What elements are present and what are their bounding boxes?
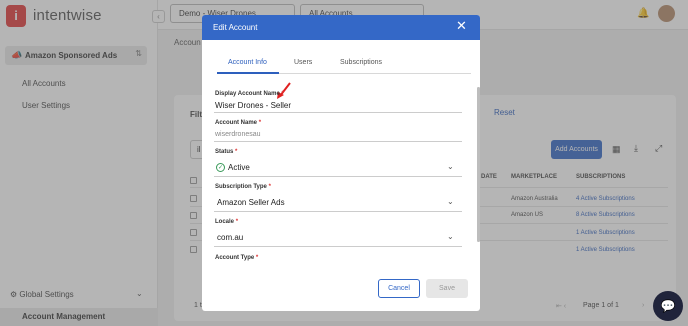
account-name-label: Account Name * [215,120,262,126]
save-button[interactable]: Save [426,279,468,298]
field-underline [214,141,462,142]
tab-subscriptions[interactable]: Subscriptions [340,59,382,66]
active-tab-indicator [217,72,279,74]
close-icon[interactable]: ✕ [456,19,467,33]
check-circle-icon: ✓ [216,163,225,172]
status-select[interactable]: Active [228,163,250,172]
status-label: Status * [215,149,238,155]
tab-users[interactable]: Users [294,59,312,66]
edit-account-modal: Edit Account ✕ Account Info Users Subscr… [202,15,480,311]
subscription-type-label: Subscription Type * [215,184,271,190]
field-underline [214,176,462,177]
locale-label: Locale * [215,219,239,225]
field-underline [214,112,462,113]
modal-header: Edit Account ✕ [202,15,480,40]
account-type-label: Account Type * [215,255,259,261]
chat-icon[interactable]: 💬 [653,291,683,321]
display-name-field[interactable]: Wiser Drones - Seller [215,101,291,110]
chevron-down-icon[interactable]: ⌄ [447,162,454,171]
field-underline [214,211,462,212]
chevron-down-icon[interactable]: ⌄ [447,232,454,241]
scrollbar-thumb[interactable] [477,87,480,242]
modal-title: Edit Account [213,23,258,32]
chevron-down-icon[interactable]: ⌄ [447,197,454,206]
tab-account-info[interactable]: Account Info [228,59,267,66]
account-name-field: wiserdronesau [215,131,261,138]
field-underline [214,246,462,247]
locale-select[interactable]: com.au [217,233,243,242]
cancel-button[interactable]: Cancel [378,279,420,298]
display-name-label: Display Account Name * [215,91,284,97]
subscription-type-select[interactable]: Amazon Seller Ads [217,198,285,207]
